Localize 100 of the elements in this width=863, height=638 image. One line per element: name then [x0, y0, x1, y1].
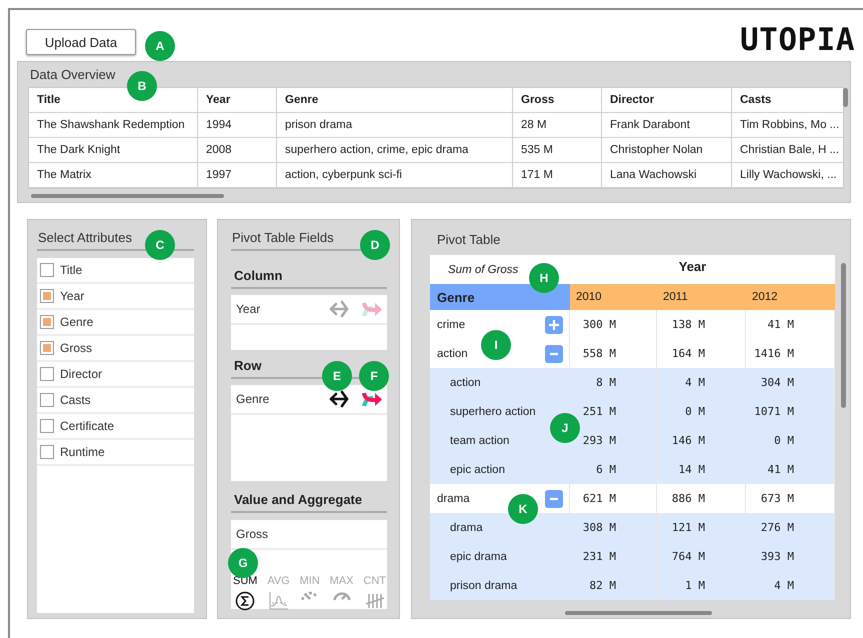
checkbox[interactable]	[40, 263, 54, 277]
table-cell: 558 M	[570, 339, 657, 368]
section-title: Value and Aggregate	[231, 492, 387, 513]
panel-title: Data Overview	[29, 66, 116, 84]
column-header: 2010	[570, 284, 657, 310]
table-cell: 251 M	[570, 397, 657, 426]
table-cell: 1071 M	[746, 397, 835, 426]
collapse-button[interactable]	[545, 490, 563, 508]
column-header: Year	[198, 88, 276, 112]
table-cell: 138 M	[657, 310, 746, 339]
column-header: Director	[602, 88, 732, 112]
table-cell: The Dark Knight	[29, 138, 198, 162]
aggregate-option[interactable]: AVG	[267, 575, 290, 611]
curve-chart-icon	[268, 591, 290, 610]
merge-arrow-icon[interactable]	[361, 300, 383, 318]
upload-button[interactable]: Upload Data	[26, 29, 136, 55]
table-cell: 28 M	[512, 112, 602, 138]
row-label: action	[430, 368, 570, 397]
merge-arrow-icon[interactable]	[361, 390, 383, 408]
column-header: Gross	[512, 88, 602, 112]
table-cell: 304 M	[746, 368, 835, 397]
attribute-label: Gross	[60, 341, 92, 355]
checkbox[interactable]	[40, 289, 54, 303]
table-cell: 8 M	[570, 368, 657, 397]
table-cell: 0 M	[746, 426, 835, 455]
table-cell: The Shawshank Redemption	[29, 112, 198, 138]
table-cell: action, cyberpunk sci-fi	[276, 162, 512, 188]
aggregate-option[interactable]: MAX	[330, 575, 354, 611]
field-label: Genre	[236, 392, 270, 406]
table-cell: 293 M	[570, 426, 657, 455]
table-cell: 621 M	[570, 484, 657, 513]
scrollbar[interactable]	[565, 611, 712, 615]
column-header: 2012	[746, 284, 835, 310]
table-cell: 121 M	[657, 513, 746, 542]
attribute-label: Year	[60, 289, 84, 303]
attribute-label: Genre	[60, 315, 94, 329]
checkbox[interactable]	[40, 315, 54, 329]
checkbox[interactable]	[40, 341, 54, 355]
table-cell: prison drama	[276, 112, 512, 138]
checkbox[interactable]	[40, 367, 54, 381]
table-cell: 4 M	[746, 571, 835, 600]
aggregate-option[interactable]: CNT	[363, 575, 386, 611]
panel-title: Pivot Table	[436, 231, 502, 249]
table-cell: 886 M	[657, 484, 746, 513]
checkbox[interactable]	[40, 419, 54, 433]
field-label: Year	[236, 302, 260, 316]
annotation-marker: A	[145, 31, 175, 61]
tally-icon	[364, 591, 386, 611]
table-cell: 41 M	[746, 455, 835, 484]
table-cell: Christian Bale, H ...	[732, 138, 843, 162]
table-cell: 276 M	[746, 513, 835, 542]
table-cell: superhero action, crime, epic drama	[276, 138, 512, 162]
table-cell: 673 M	[746, 484, 835, 513]
table-cell: 535 M	[512, 138, 602, 162]
table-cell: Lana Wachowski	[602, 162, 732, 188]
table-cell: 1994	[198, 112, 276, 138]
row-label: epic drama	[430, 542, 570, 571]
table-cell: 6 M	[570, 455, 657, 484]
table-cell: 14 M	[657, 455, 746, 484]
scrollbar[interactable]	[31, 194, 224, 198]
table-cell: 171 M	[512, 162, 602, 188]
row-field-header: Genre	[430, 284, 570, 310]
table-cell: 146 M	[657, 426, 746, 455]
gauge-icon	[332, 591, 351, 601]
table-cell: Tim Robbins, Mo ...	[732, 112, 843, 138]
sigma-icon	[235, 591, 256, 611]
aggregate-option[interactable]: SUM	[233, 575, 258, 611]
column-header: 2011	[657, 284, 746, 310]
gauge-icon	[300, 591, 319, 601]
checkbox[interactable]	[40, 393, 54, 407]
row-label: drama	[430, 513, 570, 542]
table-cell: 300 M	[570, 310, 657, 339]
collapse-button[interactable]	[545, 344, 563, 362]
table-cell: Frank Darabont	[602, 112, 732, 138]
table-cell: 308 M	[570, 513, 657, 542]
table-cell: Christopher Nolan	[602, 138, 732, 162]
expand-button[interactable]	[545, 316, 563, 334]
attribute-label: Certificate	[60, 419, 114, 433]
table-cell: 4 M	[657, 368, 746, 397]
table-cell: 0 M	[657, 397, 746, 426]
row-label: prison drama	[430, 571, 570, 600]
table-cell: 41 M	[746, 310, 835, 339]
table-cell: 764 M	[657, 542, 746, 571]
row-label: action	[437, 348, 468, 360]
aggregate-option[interactable]: MIN	[300, 575, 320, 611]
table-cell: Lilly Wachowski, ...	[732, 162, 843, 188]
scrollbar[interactable]	[843, 88, 848, 107]
table-cell: 231 M	[570, 542, 657, 571]
table-cell: 2008	[198, 138, 276, 162]
row-label: drama	[437, 492, 470, 504]
checkbox[interactable]	[40, 445, 54, 459]
table-cell: The Matrix	[29, 162, 198, 188]
table-cell: 82 M	[570, 571, 657, 600]
attribute-label: Title	[60, 263, 82, 277]
table-cell: 1997	[198, 162, 276, 188]
scrollbar[interactable]	[841, 263, 846, 408]
row-label: crime	[437, 318, 466, 330]
column-header: Genre	[276, 88, 512, 112]
attribute-label: Director	[60, 367, 102, 381]
table-cell: 393 M	[746, 542, 835, 571]
